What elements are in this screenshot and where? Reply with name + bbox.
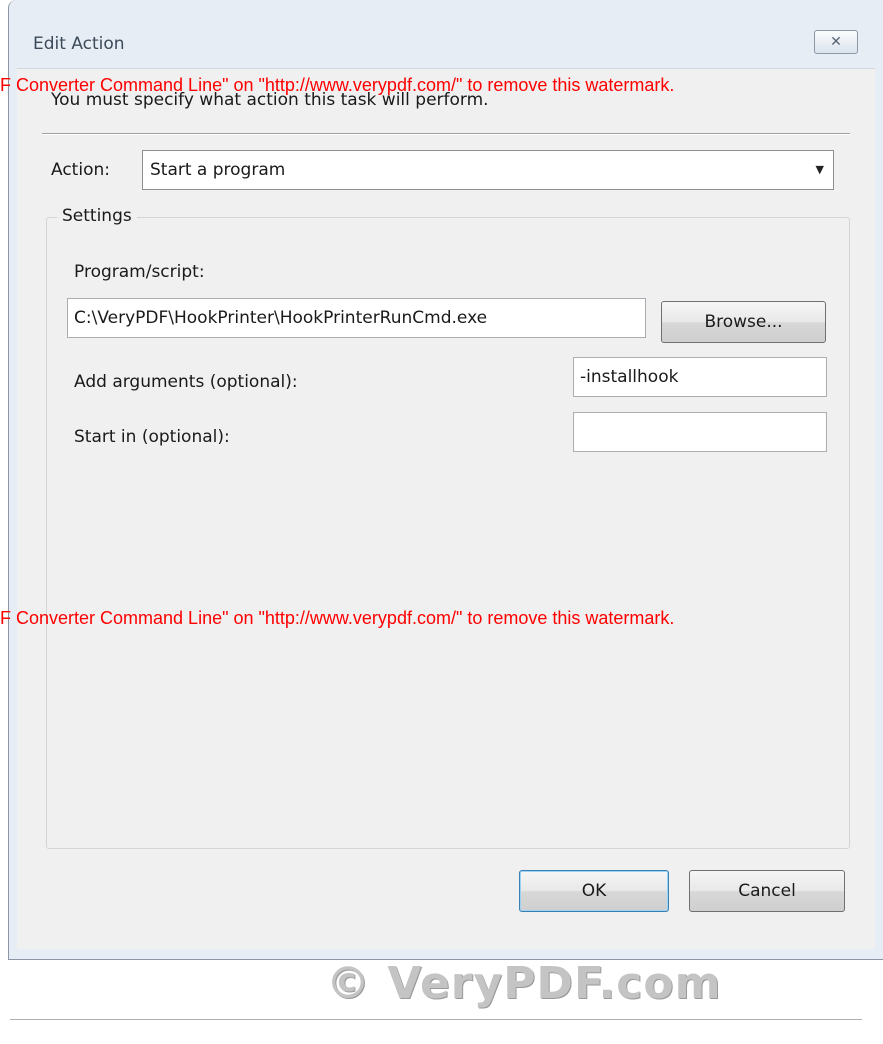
add-arguments-input[interactable] — [573, 357, 827, 397]
dialog-title: Edit Action — [33, 34, 125, 54]
browse-button[interactable]: Browse... — [661, 301, 826, 343]
close-icon: ✕ — [830, 34, 842, 50]
bottom-divider — [10, 1019, 862, 1020]
verypdf-logo: © VeryPDF.com — [326, 958, 722, 1009]
chevron-down-icon[interactable]: ▼ — [816, 151, 824, 189]
cancel-button[interactable]: Cancel — [689, 870, 845, 912]
close-button[interactable]: ✕ — [814, 30, 858, 54]
watermark-text-middle: F Converter Command Line" on "http://www… — [0, 608, 675, 628]
separator — [42, 133, 850, 135]
start-in-input[interactable] — [573, 412, 827, 452]
program-script-label: Program/script: — [74, 262, 205, 282]
action-label: Action: — [51, 160, 110, 180]
action-select[interactable]: Start a program ▼ — [142, 150, 834, 190]
settings-legend: Settings — [57, 206, 137, 226]
start-in-label: Start in (optional): — [74, 427, 230, 447]
watermark-text-top: F Converter Command Line" on "http://www… — [0, 75, 675, 95]
add-arguments-label: Add arguments (optional): — [74, 372, 298, 392]
program-script-input[interactable] — [67, 298, 646, 338]
ok-button[interactable]: OK — [519, 870, 669, 912]
action-selected-value: Start a program — [150, 160, 286, 180]
